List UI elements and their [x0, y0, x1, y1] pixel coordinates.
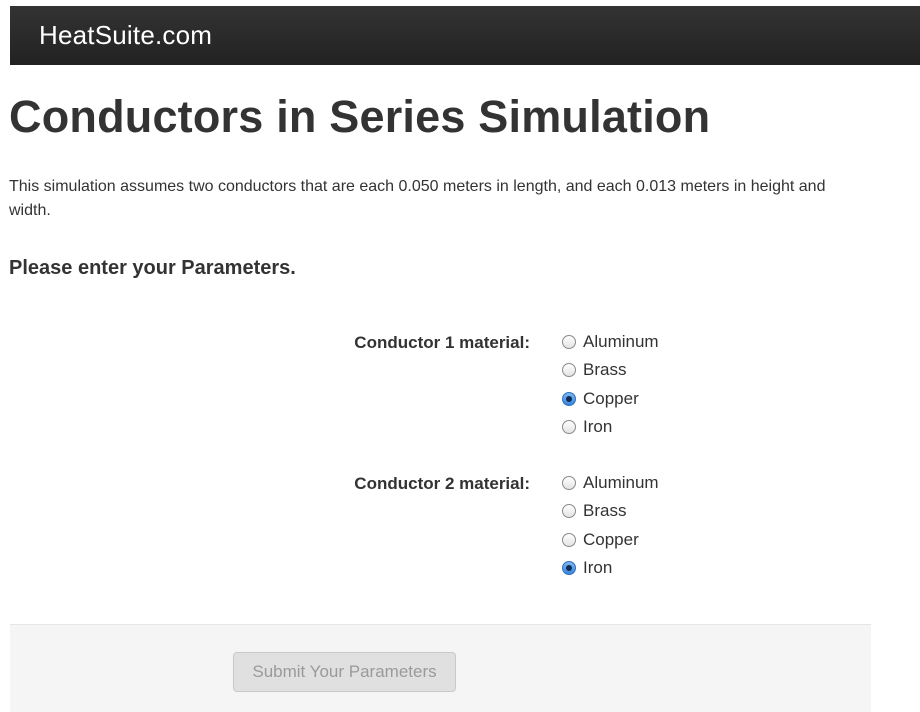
brand-link[interactable]: HeatSuite.com: [39, 20, 212, 51]
radio-button[interactable]: [562, 504, 576, 519]
section-heading: Please enter your Parameters.: [9, 257, 296, 279]
radio-label: Aluminum: [583, 332, 659, 352]
conductor-1-option-aluminum[interactable]: Aluminum: [562, 328, 659, 356]
radio-button-checked[interactable]: [562, 391, 576, 406]
radio-label: Iron: [583, 558, 613, 578]
conductor-2-radio-group: Aluminum Brass Copper Iron: [562, 469, 659, 582]
form-actions: Submit Your Parameters: [10, 624, 871, 712]
radio-button[interactable]: [562, 420, 576, 435]
radio-button[interactable]: [562, 335, 576, 350]
conductor-1-radio-group: Aluminum Brass Copper Iron: [562, 328, 659, 441]
conductor-2-option-aluminum[interactable]: Aluminum: [562, 469, 659, 497]
radio-button[interactable]: [562, 363, 576, 378]
radio-button[interactable]: [562, 532, 576, 547]
radio-button[interactable]: [562, 476, 576, 491]
radio-button-checked[interactable]: [562, 561, 576, 576]
conductor-1-option-brass[interactable]: Brass: [562, 356, 659, 384]
radio-label: Copper: [583, 529, 639, 549]
conductor-2-option-iron[interactable]: Iron: [562, 554, 659, 582]
page-title: Conductors in Series Simulation: [9, 91, 711, 142]
conductor-2-option-brass[interactable]: Brass: [562, 497, 659, 525]
radio-label: Brass: [583, 360, 627, 380]
radio-label: Copper: [583, 388, 639, 408]
conductor-1-label: Conductor 1 material:: [354, 333, 530, 352]
top-navbar: HeatSuite.com: [10, 6, 920, 65]
radio-label: Brass: [583, 501, 627, 521]
conductor-1-option-iron[interactable]: Iron: [562, 413, 659, 441]
radio-label: Aluminum: [583, 473, 659, 493]
conductor-2-option-copper[interactable]: Copper: [562, 526, 659, 554]
conductor-1-option-copper[interactable]: Copper: [562, 385, 659, 413]
submit-button[interactable]: Submit Your Parameters: [233, 652, 456, 692]
intro-text: This simulation assumes two conductors t…: [9, 178, 826, 219]
radio-label: Iron: [583, 417, 613, 437]
conductor-2-label: Conductor 2 material:: [354, 474, 530, 493]
